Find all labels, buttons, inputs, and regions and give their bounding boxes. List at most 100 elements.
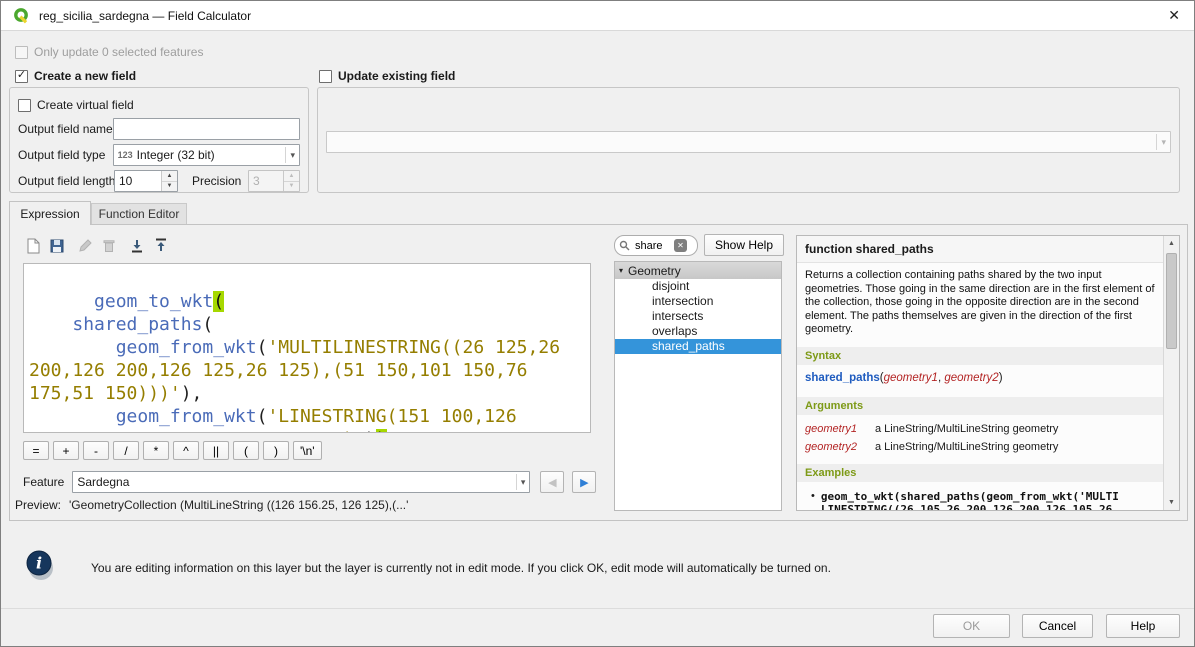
cancel-button[interactable]: Cancel (1022, 614, 1093, 638)
function-tree-items: disjointintersectionintersectsoverlapssh… (615, 279, 781, 354)
dialog-body: Only update 0 selected features ✓ Create… (1, 31, 1194, 646)
spin-down-icon[interactable]: ▼ (162, 182, 177, 192)
code-segment: ( (213, 291, 224, 312)
function-tree-item-intersects[interactable]: intersects (615, 309, 781, 324)
import-icon (129, 238, 145, 254)
operator-button[interactable]: / (113, 441, 139, 460)
help-button[interactable]: Help (1106, 614, 1180, 638)
scrollbar-thumb[interactable] (1166, 253, 1177, 349)
only-update-selected-checkbox (15, 46, 28, 59)
create-virtual-field-label: Create virtual field (37, 98, 134, 112)
spin-up-icon[interactable]: ▲ (162, 171, 177, 182)
operator-button[interactable]: = (23, 441, 49, 460)
code-segment: ( (257, 406, 268, 427)
output-field-length-spin[interactable]: 10 ▲ ▼ (114, 170, 178, 192)
function-tree-item-overlaps[interactable]: overlaps (615, 324, 781, 339)
code-segment: geom_from_wkt (116, 337, 257, 358)
save-expression-button[interactable] (45, 235, 69, 257)
import-expression-button[interactable] (125, 235, 149, 257)
create-virtual-field-checkbox[interactable] (18, 99, 31, 112)
function-help-content: function shared_paths Returns a collecti… (797, 236, 1163, 510)
function-search-input[interactable] (633, 239, 671, 253)
next-arrow-icon: ▶ (580, 476, 588, 489)
help-arguments: geometry1 a LineString/MultiLineString g… (797, 415, 1163, 458)
output-field-type-combo[interactable]: 123 Integer (32 bit) ▾ (113, 144, 300, 166)
footer-separator (1, 608, 1194, 609)
trash-icon (101, 238, 117, 254)
qgis-logo-icon (13, 7, 31, 25)
previous-feature-button: ◀ (540, 471, 564, 493)
output-field-length-value: 10 (115, 171, 161, 191)
info-icon: i (25, 549, 61, 585)
operator-button[interactable]: || (203, 441, 229, 460)
update-field-groupbox: ▾ (317, 87, 1180, 193)
function-tree-item-intersection[interactable]: intersection (615, 294, 781, 309)
create-new-field-checkbox[interactable]: ✓ (15, 70, 28, 83)
output-field-name-input[interactable] (113, 118, 300, 140)
close-icon[interactable]: ✕ (1166, 7, 1182, 24)
export-expression-button[interactable] (149, 235, 173, 257)
code-segment: geom_to_wkt (94, 291, 213, 312)
operator-button[interactable]: '\n' (293, 441, 322, 460)
next-feature-button[interactable]: ▶ (572, 471, 596, 493)
update-existing-field-row: Update existing field (319, 68, 455, 84)
ok-button[interactable]: OK (933, 614, 1010, 638)
tab-function-editor-label: Function Editor (99, 207, 180, 221)
argument-description: a LineString/MultiLineString geometry (875, 423, 1058, 435)
syntax-function-name: shared_paths (805, 372, 880, 384)
update-existing-field-checkbox[interactable] (319, 70, 332, 83)
operator-button[interactable]: + (53, 441, 79, 460)
clear-search-icon[interactable]: ✕ (674, 239, 687, 252)
integer-type-icon: 123 (118, 150, 133, 160)
help-syntax-line: shared_paths(geometry1, geometry2) (797, 365, 1163, 391)
example-line: LINESTRING((26 105,26 200,126 200,126 10… (821, 503, 1119, 511)
search-icon (619, 240, 630, 251)
code-segment (29, 314, 72, 335)
output-field-type-value: Integer (32 bit) (137, 148, 215, 162)
feature-value: Sardegna (77, 475, 129, 489)
spin-down-icon: ▼ (284, 182, 299, 192)
function-tree-item-disjoint[interactable]: disjoint (615, 279, 781, 294)
new-expression-button[interactable] (21, 235, 45, 257)
function-tree-item-shared_paths[interactable]: shared_paths (615, 339, 781, 354)
function-tree-group-geometry[interactable]: ▾ Geometry (615, 262, 781, 279)
feature-row: Feature Sardegna ▾ ◀ ▶ (23, 471, 596, 493)
tree-expand-icon: ▾ (619, 266, 623, 275)
cancel-button-label: Cancel (1039, 619, 1076, 633)
create-new-field-row: ✓ Create a new field (15, 68, 136, 84)
operator-button[interactable]: ^ (173, 441, 199, 460)
expression-editor[interactable]: geom_to_wkt( shared_paths( geom_from_wkt… (23, 263, 591, 433)
help-scrollbar[interactable]: ▲ ▼ (1163, 236, 1179, 510)
tab-expression[interactable]: Expression (9, 201, 91, 225)
code-segment: ) (376, 429, 387, 433)
help-example: • geom_to_wkt(shared_paths(geom_from_wkt… (797, 482, 1163, 511)
scroll-down-icon[interactable]: ▼ (1164, 495, 1179, 510)
operator-button[interactable]: ( (233, 441, 259, 460)
floppy-icon (49, 238, 65, 254)
operator-button[interactable]: - (83, 441, 109, 460)
show-help-button[interactable]: Show Help (704, 234, 784, 256)
check-icon: ✓ (17, 70, 26, 81)
only-update-selected-label: Only update 0 selected features (34, 45, 203, 59)
bullet-icon: • (811, 490, 815, 502)
show-help-label: Show Help (715, 238, 773, 252)
operator-button[interactable]: ) (263, 441, 289, 460)
window-title: reg_sicilia_sardegna — Field Calculator (39, 9, 251, 23)
precision-spin: 3 ▲ ▼ (248, 170, 300, 192)
output-field-type-label: Output field type (18, 148, 113, 162)
tab-function-editor[interactable]: Function Editor (91, 203, 187, 224)
argument-description: a LineString/MultiLineString geometry (875, 441, 1058, 453)
create-virtual-field-row: Create virtual field (18, 94, 300, 116)
output-field-length-label: Output field length (18, 174, 114, 188)
tree-group-label: Geometry (628, 264, 681, 278)
operator-button[interactable]: * (143, 441, 169, 460)
help-button-label: Help (1131, 619, 1156, 633)
scroll-up-icon[interactable]: ▲ (1164, 236, 1179, 251)
feature-combo[interactable]: Sardegna ▾ (72, 471, 530, 493)
help-arguments-header: Arguments (797, 397, 1163, 415)
only-update-selected-row: Only update 0 selected features (15, 44, 203, 60)
new-field-groupbox: Create virtual field Output field name O… (9, 87, 309, 193)
prev-arrow-icon: ◀ (548, 476, 556, 489)
preview-value: 'GeometryCollection (MultiLineString ((1… (69, 498, 408, 512)
file-icon (25, 238, 41, 254)
